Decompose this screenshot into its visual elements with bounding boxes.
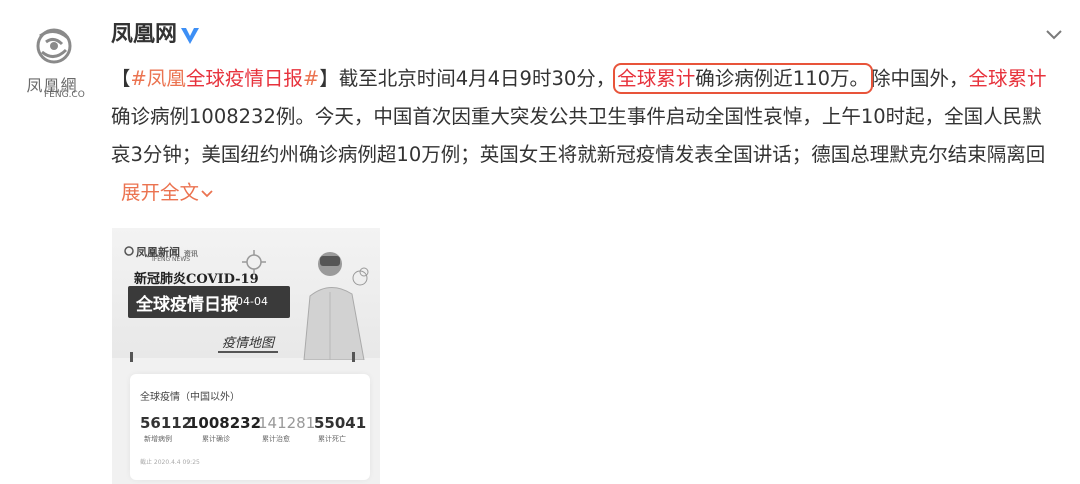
topic-link[interactable]: #凤凰全球疫情日报# — [131, 67, 320, 90]
stat-label-deaths: 累计死亡 — [318, 435, 346, 443]
stats-timestamp: 截止 2020.4.4 09:25 — [140, 459, 200, 466]
stat-label-recovered: 累计治愈 — [262, 435, 290, 443]
highlight-keyword: 全球累计 — [617, 67, 696, 90]
phoenix-logo-icon — [36, 28, 72, 64]
stats-heading: 全球疫情（中国以外） — [140, 392, 240, 403]
stat-label-confirmed: 累计确诊 — [202, 435, 230, 443]
post-text: 【#凤凰全球疫情日报#】截至北京时间4月4日9时30分， 全球累计确诊病例近110… — [111, 60, 1061, 212]
stat-value-recovered: 141281 — [258, 414, 316, 432]
virus-icon — [242, 250, 266, 274]
highlight-box: 全球累计确诊病例近110万。 — [613, 63, 874, 94]
stat-label-new: 新增病例 — [144, 435, 172, 443]
epidemic-map-label: 疫情地图 — [218, 332, 279, 353]
medical-worker-illustration-icon — [303, 252, 369, 360]
stat-value-confirmed: 1008232 — [188, 414, 262, 432]
stats-panel: 全球疫情（中国以外） 56112 1008232 141281 55041 新增… — [130, 374, 370, 480]
bracket-open: 【 — [111, 67, 131, 90]
post-image[interactable]: 凤凰新闻 资讯 IFENG NEWS 新冠肺炎COVID-19 全球疫情日报 0… — [112, 228, 380, 484]
card-title: 全球疫情日报 — [136, 295, 238, 315]
chevron-down-icon — [201, 189, 213, 197]
binder-pin-right — [352, 352, 355, 362]
binder-pin-left — [130, 352, 133, 362]
card-brand-sub: IFENG NEWS — [152, 256, 191, 263]
highlight-keyword-2: 全球累计 — [968, 67, 1047, 90]
bracket-close: 】 — [319, 67, 339, 90]
card-title-date: 04-04 — [236, 295, 268, 308]
account-avatar[interactable]: 凤凰網 FENG.CO — [16, 22, 88, 102]
expand-full-text-link[interactable]: 展开全文 — [121, 181, 215, 204]
account-name[interactable]: 凤凰网 — [111, 20, 177, 50]
chevron-down-icon[interactable] — [1042, 26, 1066, 44]
logo-english-text: FENG.CO — [44, 90, 85, 100]
verified-icon — [181, 28, 199, 44]
post-text-3: 确诊病例1008232例。今天，中国首次因重大突发公共卫生事件启动全国性哀悼，上… — [111, 105, 1046, 166]
brand-logo-icon — [124, 246, 134, 256]
post-text-2: 除中国外， — [871, 67, 969, 90]
stat-value-deaths: 55041 — [314, 414, 367, 432]
post-text-1: 截至北京时间4月4日9时30分， — [338, 67, 616, 90]
stat-value-new: 56112 — [140, 414, 193, 432]
